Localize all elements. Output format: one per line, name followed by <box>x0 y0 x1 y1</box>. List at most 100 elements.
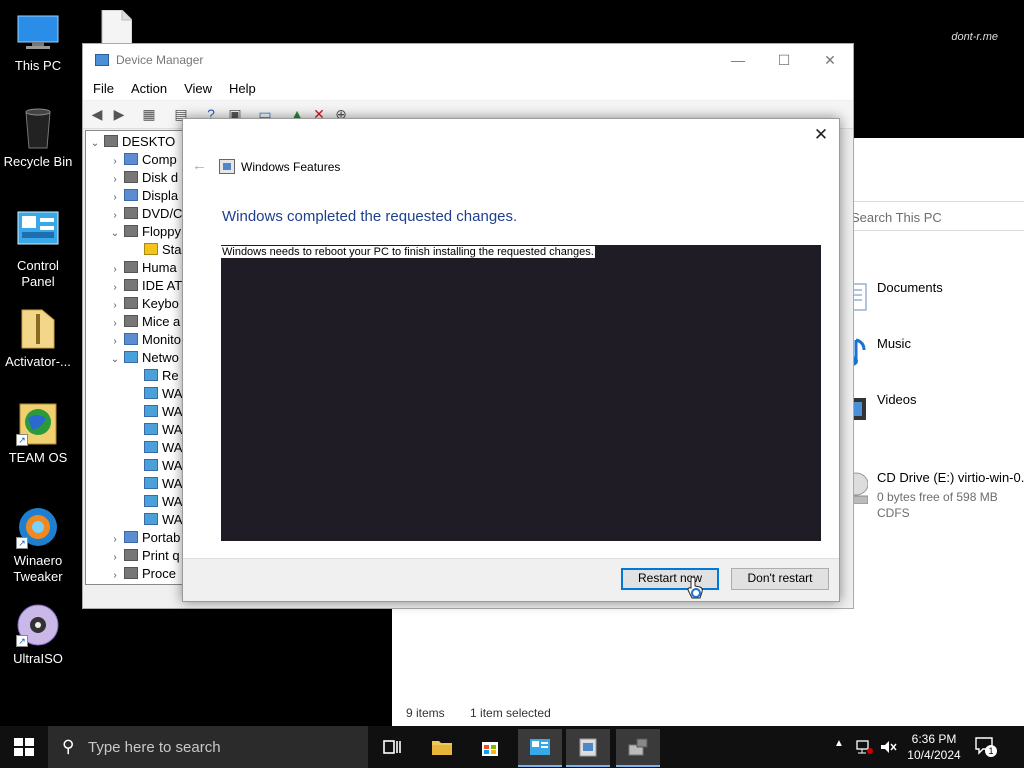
tree-item[interactable]: › Huma <box>108 259 176 277</box>
clock-date: 10/4/2024 <box>907 748 961 762</box>
desktop-icon-activator[interactable]: Activator-... <box>0 306 76 370</box>
tree-item[interactable]: ⌄ Netwo <box>108 349 179 367</box>
printer-icon <box>124 549 138 561</box>
windows-features-icon <box>219 159 235 174</box>
desktop-icon-winaero[interactable]: ↗ Winaero Tweaker <box>0 505 76 585</box>
menu-help[interactable]: Help <box>219 76 263 96</box>
tree-item[interactable]: Re <box>128 367 179 385</box>
properties-icon[interactable]: ▦ <box>141 106 157 122</box>
computer-icon <box>124 153 138 165</box>
network-adapter-icon <box>144 477 158 489</box>
hand-cursor-icon <box>687 576 703 599</box>
windows-logo-icon <box>14 738 34 756</box>
taskbar-control-panel[interactable] <box>518 729 562 767</box>
tree-item[interactable]: › Proce <box>108 565 176 583</box>
desktop-icon-this-pc[interactable]: This PC <box>0 10 76 74</box>
tree-item[interactable]: › Comp <box>108 151 176 169</box>
restart-now-button[interactable]: Restart now <box>621 568 719 590</box>
back-arrow-icon[interactable]: ◀ <box>89 106 105 122</box>
warning-icon <box>144 243 158 255</box>
volume-muted-icon[interactable] <box>880 739 898 755</box>
shortcut-arrow-icon: ↗ <box>16 635 28 647</box>
network-adapter-icon <box>144 441 158 453</box>
tree-item[interactable]: › Print q <box>108 547 179 565</box>
taskbar-file-explorer[interactable] <box>420 729 464 767</box>
folder-name: Music <box>877 336 911 351</box>
processor-icon <box>124 567 138 579</box>
tree-item[interactable]: › Keybo <box>108 295 179 313</box>
tree-item[interactable]: WA <box>128 511 182 529</box>
desktop-icon-control-panel[interactable]: Control Panel <box>0 210 76 290</box>
menu-view[interactable]: View <box>174 76 219 96</box>
tree-item[interactable]: › Mice a <box>108 313 180 331</box>
show-hidden-icons-chevron[interactable]: ▲ <box>834 738 844 768</box>
desktop-icon-label: Control Panel <box>17 258 59 289</box>
blank-file-icon <box>101 9 133 45</box>
system-clock[interactable]: 6:36 PM 10/4/2024 <box>905 731 963 763</box>
floppy-icon <box>124 225 138 237</box>
expander-icon: ⌄ <box>90 138 100 149</box>
dont-restart-button[interactable]: Don't restart <box>731 568 829 590</box>
ide-icon <box>124 279 138 291</box>
minimize-button[interactable]: — <box>715 48 761 72</box>
shortcut-arrow-icon: ↗ <box>16 434 28 446</box>
winaero-tweaker-icon: ↗ <box>16 505 60 549</box>
tree-item[interactable]: › DVD/C <box>108 205 182 223</box>
back-arrow-icon[interactable]: ← <box>192 157 207 174</box>
windows-features-dialog: ✕ ← Windows Features Windows completed t… <box>182 118 840 602</box>
tree-item[interactable]: › Displa <box>108 187 178 205</box>
tree-root[interactable]: ⌄ DESKTO <box>88 133 175 151</box>
network-icon[interactable] <box>856 739 874 755</box>
dialog-heading: Windows completed the requested changes. <box>222 208 518 225</box>
tree-item[interactable]: WA <box>128 475 182 493</box>
tree-item[interactable]: › Monito <box>108 331 181 349</box>
status-item-count: 9 items <box>406 706 445 720</box>
network-icon <box>124 351 138 363</box>
taskbar-windows-features[interactable] <box>566 729 610 767</box>
tree-item[interactable]: ⌄ Floppy <box>108 223 181 241</box>
menu-file[interactable]: File <box>83 76 121 96</box>
close-button[interactable]: ✕ <box>807 48 853 72</box>
dialog-message-area <box>221 245 821 541</box>
notification-center-button[interactable]: 1 <box>975 736 997 757</box>
taskbar-device-manager[interactable] <box>616 729 660 767</box>
task-view-button[interactable] <box>370 729 414 767</box>
keyboard-icon <box>124 297 138 309</box>
tree-item[interactable]: Sta <box>128 241 182 259</box>
disc-icon: ↗ <box>16 603 60 647</box>
dialog-message: Windows needs to reboot your PC to finis… <box>221 246 595 258</box>
tree-item[interactable]: WA <box>128 457 182 475</box>
forward-arrow-icon[interactable]: ▶ <box>111 106 127 122</box>
close-button[interactable]: ✕ <box>811 125 831 145</box>
window-title: Device Manager <box>116 53 204 67</box>
desktop-icon-file[interactable] <box>100 9 133 45</box>
control-panel-icon <box>530 739 550 755</box>
explorer-statusbar: 9 items 1 item selected <box>406 706 573 720</box>
tree-item[interactable]: › Portab <box>108 529 180 547</box>
desktop-icon-recycle-bin[interactable]: Recycle Bin <box>0 106 76 170</box>
taskbar-store[interactable] <box>468 729 512 767</box>
menu-bar: File Action View Help <box>83 76 853 100</box>
tree-item[interactable]: WA <box>128 385 182 403</box>
taskbar-search-box[interactable]: ⚲ Type here to search <box>48 726 368 768</box>
maximize-button[interactable]: ☐ <box>761 48 807 72</box>
tree-item[interactable]: WA <box>128 439 182 457</box>
desktop-icon-ultraiso[interactable]: ↗ UltraISO <box>0 603 76 667</box>
desktop-icon-team-os[interactable]: ↗ TEAM OS <box>0 402 76 466</box>
network-adapter-icon <box>144 459 158 471</box>
network-adapter-icon <box>144 387 158 399</box>
tree-item[interactable]: WA <box>128 493 182 511</box>
shortcut-arrow-icon: ↗ <box>16 537 28 549</box>
search-placeholder: Type here to search <box>88 739 221 756</box>
tree-item[interactable]: WA <box>128 421 182 439</box>
explorer-search-input[interactable]: Search This PC <box>840 201 1024 231</box>
menu-action[interactable]: Action <box>121 76 174 96</box>
tree-item[interactable]: WA <box>128 403 182 421</box>
tree-item[interactable]: › Disk d <box>108 169 178 187</box>
start-button[interactable] <box>0 726 48 768</box>
desktop-icon-label: Recycle Bin <box>3 154 73 169</box>
tree-item[interactable]: › IDE AT <box>108 277 182 295</box>
device-manager-titlebar: Device Manager — ☐ ✕ <box>83 44 853 76</box>
drive-filesystem: CDFS <box>877 506 910 520</box>
search-icon: ⚲ <box>62 737 75 756</box>
